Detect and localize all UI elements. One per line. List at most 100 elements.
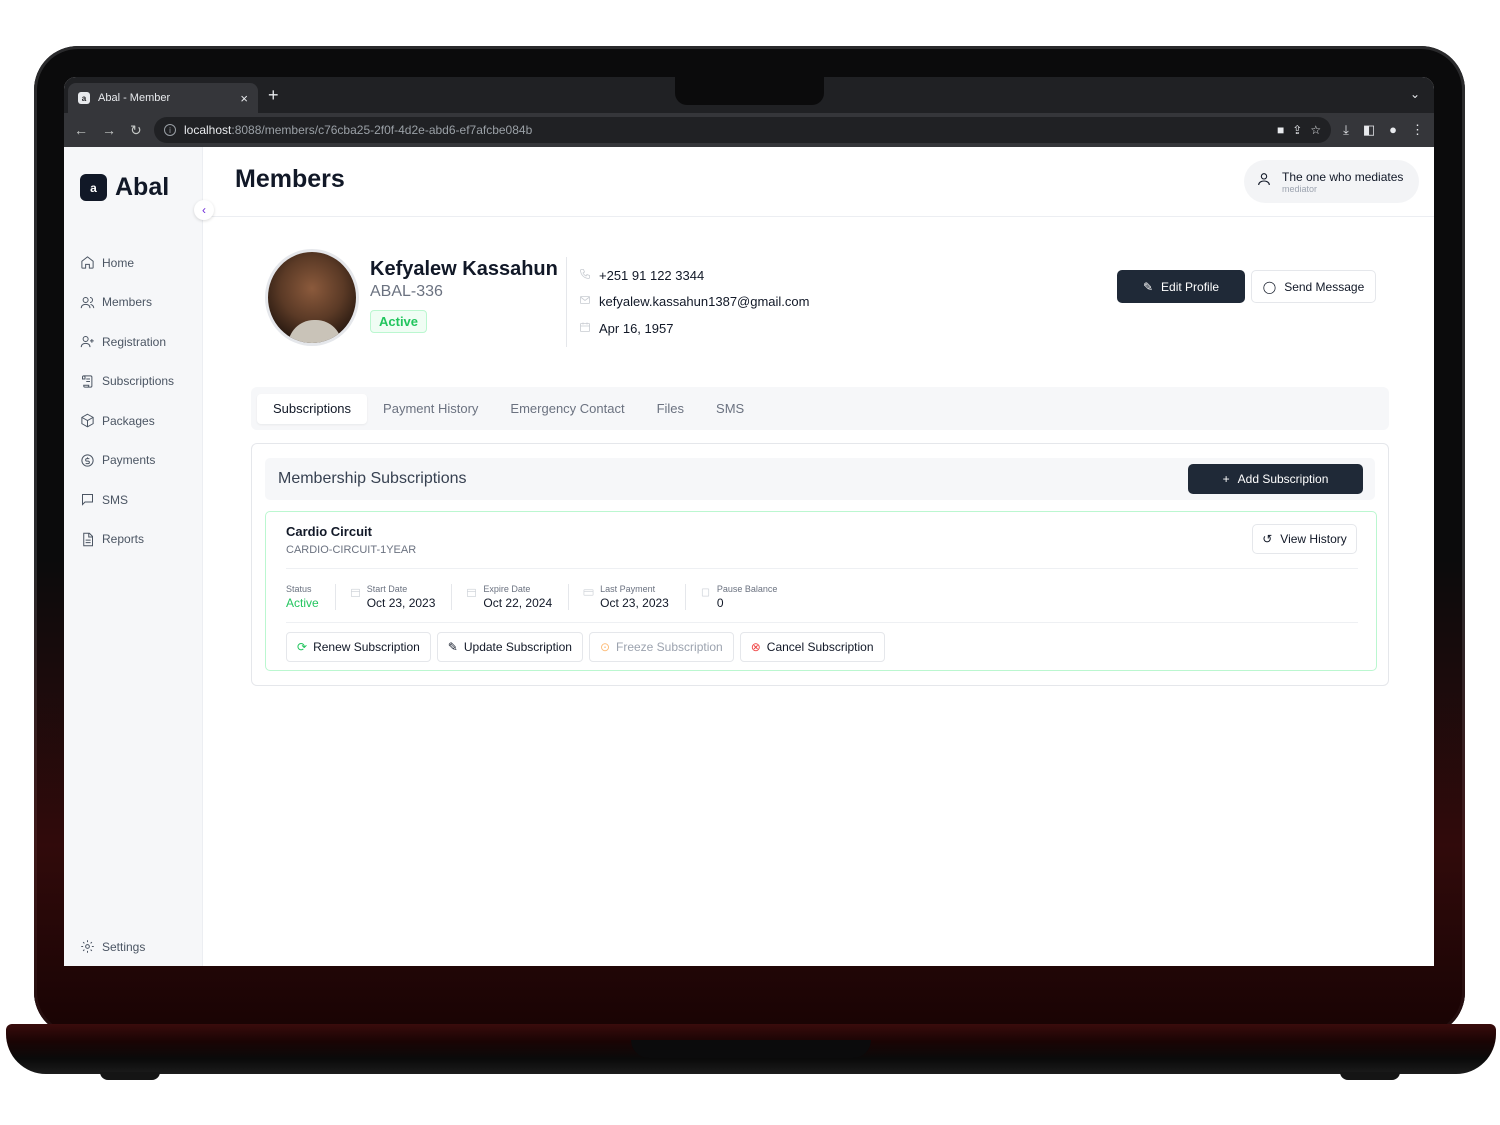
browser-tab[interactable]: a Abal - Member × [68,83,258,113]
tab-emergency-contact[interactable]: Emergency Contact [494,394,640,424]
mail-icon [579,294,591,309]
field-last-payment: Last Payment Oct 23, 2023 [583,584,686,610]
edit-profile-button[interactable]: ✎ Edit Profile [1117,270,1245,303]
renew-subscription-button[interactable]: ⟳ Renew Subscription [286,632,431,662]
member-tabs: Subscriptions Payment History Emergency … [251,387,1389,430]
download-icon[interactable]: ⤓ [1343,122,1349,138]
cancel-subscription-button[interactable]: ⊗ Cancel Subscription [739,632,885,662]
sidebar-item-payments[interactable]: Payments [80,441,174,481]
sidebar-item-members[interactable]: Members [80,283,174,323]
email-value: kefyalew.kassahun1387@gmail.com [599,294,810,310]
info-icon[interactable]: i [164,124,176,136]
message-circle-icon: ◯ [1262,279,1277,294]
status-badge: Active [370,310,428,333]
subscription-name: Cardio Circuit [286,524,372,539]
pause-circle-icon: ⊙ [599,640,610,654]
plus-icon: + [1222,472,1230,486]
subscriptions-card: Membership Subscriptions + Add Subscript… [251,443,1389,686]
contact-phone: +251 91 122 3344 [579,262,809,289]
sidepanel-icon[interactable]: ◧ [1363,122,1375,138]
contact-birthdate: Apr 16, 1957 [579,315,809,342]
tab-sms[interactable]: SMS [700,394,760,424]
brand-name: Abal [115,173,170,201]
subscription-item: Cardio Circuit CARDIO-CIRCUIT-1YEAR ↺ Vi… [265,511,1377,671]
sidebar-item-home[interactable]: Home [80,243,174,283]
app: a Abal ‹ Home Members Registration Subsc… [64,147,1434,966]
field-value: Active [286,596,319,610]
renew-label: Renew Subscription [313,640,420,654]
profile-divider [566,257,567,347]
profile-icon[interactable]: ● [1389,122,1397,138]
pencil-icon: ✎ [1142,279,1154,294]
sidebar-item-registration[interactable]: Registration [80,322,174,362]
url-bar[interactable]: i localhost :8088/members/c76cba25-2f0f-… [154,117,1332,143]
sidebar-item-sms[interactable]: SMS [80,480,174,520]
tab-files[interactable]: Files [641,394,700,424]
brand[interactable]: a Abal [80,173,169,202]
phone-icon [579,268,591,283]
scroll-icon [80,374,95,389]
field-start-date: Start Date Oct 23, 2023 [350,584,453,610]
field-value: 0 [716,596,724,610]
star-icon[interactable]: ☆ [1310,123,1321,137]
sidebar-item-label: Home [102,255,135,270]
tab-subscriptions[interactable]: Subscriptions [257,393,368,424]
field-value: Oct 22, 2024 [483,596,553,610]
collapse-sidebar-button[interactable]: ‹ [194,200,214,220]
url-path: :8088/members/c76cba25-2f0f-4d2e-abd6-ef… [231,123,533,137]
send-message-button[interactable]: ◯ Send Message [1251,270,1376,303]
user-menu[interactable]: The one who mediates mediator [1244,160,1419,203]
sidebar-item-subscriptions[interactable]: Subscriptions [80,362,174,402]
contact-info: +251 91 122 3344 kefyalew.kassahun1387@g… [579,262,809,342]
sidebar-nav: Home Members Registration Subscriptions [80,243,174,559]
cancel-label: Cancel Subscription [766,640,874,654]
view-history-button[interactable]: ↺ View History [1252,524,1357,554]
edit-profile-label: Edit Profile [1161,279,1220,294]
forward-icon[interactable]: → [102,122,116,139]
sidebar-item-reports[interactable]: Reports [80,520,174,560]
page-title: Members [235,165,345,193]
gear-icon [80,939,95,954]
main-content: Members The one who mediates mediator Ke… [203,147,1434,966]
field-value: Oct 23, 2023 [600,596,669,610]
field-label: Status [286,584,312,594]
browser-toolbar: ← → ↻ i localhost :8088/members/c76cba25… [64,113,1434,147]
abal-logo-icon: a [78,92,90,104]
reload-icon[interactable]: ↻ [130,122,142,139]
close-icon[interactable]: × [240,91,248,106]
sidebar-item-settings[interactable]: Settings [80,927,145,966]
abal-logo-icon: a [80,174,107,201]
pause-icon [700,584,711,610]
new-tab-icon[interactable]: + [268,85,279,106]
sidebar-item-packages[interactable]: Packages [80,401,174,441]
freeze-subscription-button[interactable]: ⊙ Freeze Subscription [588,632,734,662]
sidebar-item-label: Subscriptions [102,374,175,389]
subscription-divider [286,622,1358,623]
field-expire-date: Expire Date Oct 22, 2024 [466,584,570,610]
subscription-divider [286,568,1358,569]
share-icon[interactable]: ⇪ [1292,123,1302,137]
header-divider [203,216,1434,217]
subscription-code: CARDIO-CIRCUIT-1YEAR [286,544,417,556]
field-label: Pause Balance [716,584,778,594]
update-label: Update Subscription [463,640,572,654]
tab-payment-history[interactable]: Payment History [367,394,494,424]
kebab-menu-icon[interactable]: ⋮ [1411,122,1424,138]
sidebar-item-label: Reports [102,532,145,547]
url-host: localhost [184,123,232,137]
camera-icon[interactable]: ■ [1277,123,1284,137]
phone-value: +251 91 122 3344 [599,267,705,283]
sidebar-item-label: Settings [102,939,146,954]
back-icon[interactable]: ← [74,122,88,139]
update-subscription-button[interactable]: ✎ Update Subscription [436,632,583,662]
message-icon [80,492,95,507]
field-pause-balance: Pause Balance 0 [700,584,794,610]
sidebar-item-label: SMS [102,492,129,507]
users-icon [80,295,95,310]
member-name: Kefyalew Kassahun [370,258,558,280]
field-label: Expire Date [483,584,531,594]
add-subscription-button[interactable]: + Add Subscription [1188,464,1363,494]
browser-tab-title: Abal - Member [98,92,171,104]
chevron-down-icon[interactable]: ⌄ [1410,87,1420,101]
sidebar-item-label: Packages [102,413,155,428]
